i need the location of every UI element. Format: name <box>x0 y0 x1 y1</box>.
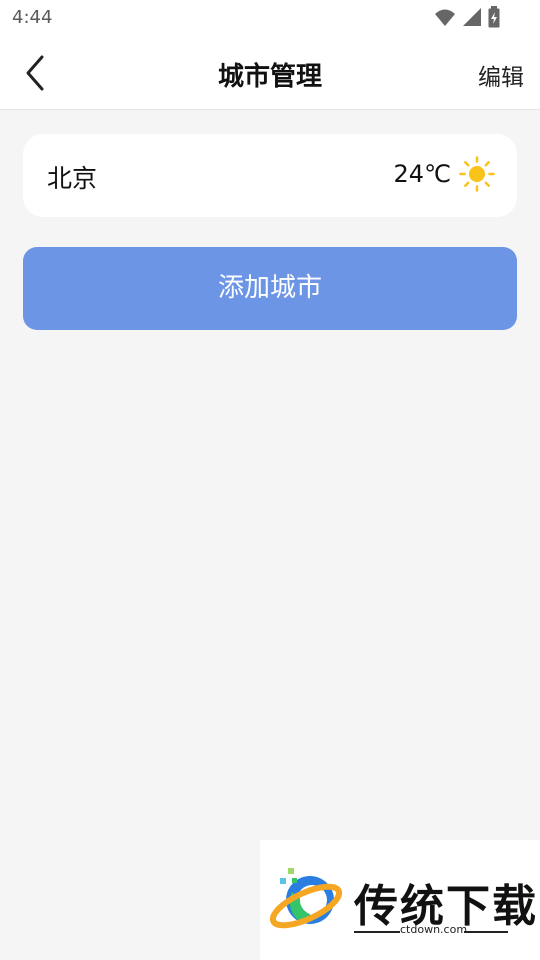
city-card[interactable]: 北京 24℃ <box>23 134 517 217</box>
watermark: 传统下载 ctdown.com <box>260 840 540 960</box>
battery-icon <box>488 6 500 28</box>
ctdown-logo-icon <box>269 868 343 929</box>
page-title: 城市管理 <box>217 62 322 92</box>
status-bar: 4:44 <box>0 0 540 36</box>
wifi-icon <box>435 9 455 26</box>
watermark-line-right <box>464 931 508 933</box>
edit-button[interactable]: 编辑 <box>478 58 524 92</box>
watermark-line-left <box>354 931 400 933</box>
city-name: 北京 <box>47 164 98 193</box>
add-city-button[interactable]: 添加城市 <box>23 247 517 330</box>
app-bar: 城市管理 编辑 <box>0 36 540 110</box>
city-temperature: 24℃ <box>393 160 452 188</box>
signal-icon <box>463 8 481 26</box>
status-icons <box>434 6 500 28</box>
status-time: 4:44 <box>12 7 53 28</box>
sun-icon <box>459 156 495 192</box>
watermark-url: ctdown.com <box>400 923 468 936</box>
